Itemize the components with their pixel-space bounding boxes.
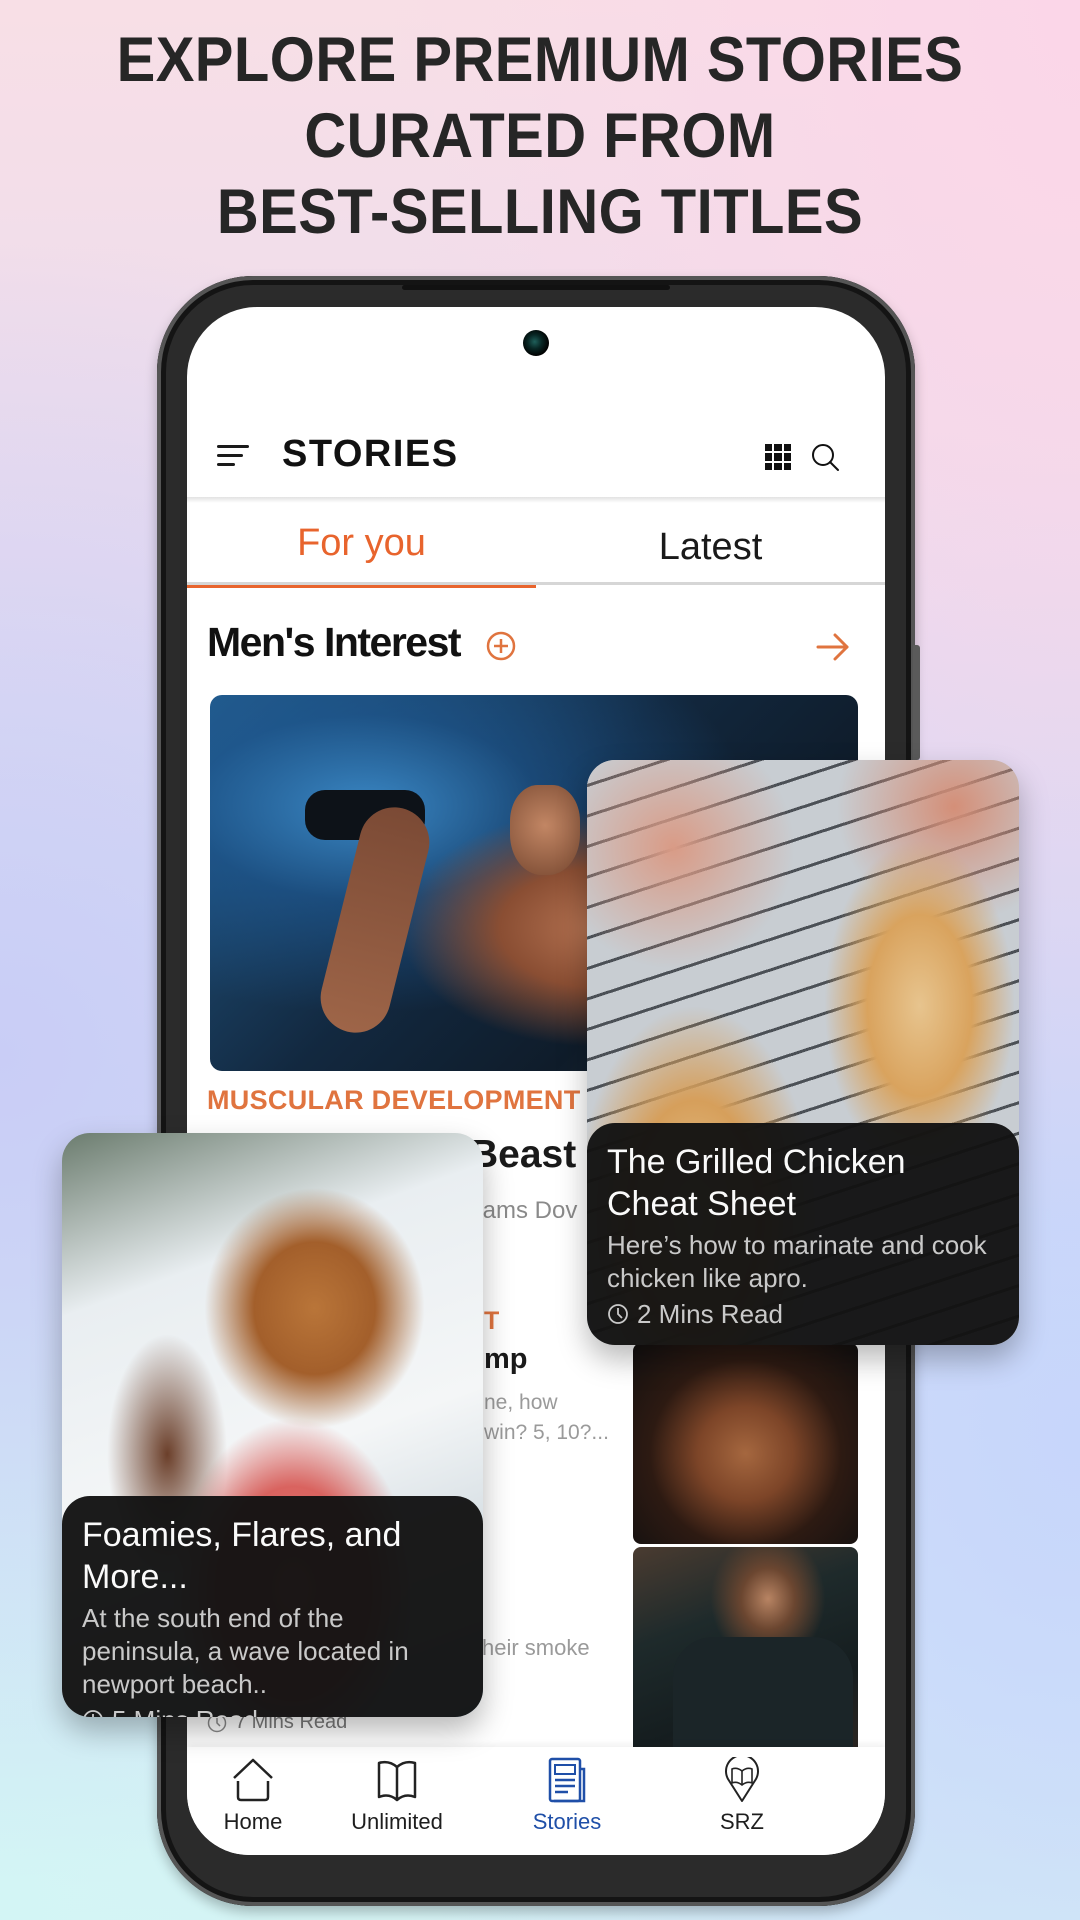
featured-story-category: MUSCULAR DEVELOPMENT — [207, 1085, 581, 1115]
nav-home[interactable]: Home — [187, 1757, 333, 1835]
nav-unlimited[interactable]: Unlimited — [317, 1757, 477, 1835]
phone-side-button — [913, 645, 920, 760]
app-bar: STORIES — [187, 419, 885, 493]
clock-icon — [83, 1710, 103, 1717]
nav-stories-label: Stories — [532, 1809, 602, 1834]
story-card-read-time: 5 Mins Read — [82, 1703, 463, 1717]
newspaper-icon — [548, 1757, 586, 1803]
nav-home-label: Home — [223, 1809, 283, 1834]
headline-line-1: EXPLORE PREMIUM STORIES — [116, 25, 964, 95]
story-description: ne, how win? 5, 10?... — [484, 1391, 609, 1444]
nav-stories[interactable]: Stories — [487, 1757, 647, 1835]
headline-line-3: BEST-SELLING TITLES — [216, 177, 864, 247]
story-card-description: Here’s how to marinate and cook chicken … — [607, 1230, 987, 1293]
featured-story-title[interactable]: Beast — [470, 1133, 576, 1177]
story-card-description: At the south end of the peninsula, a wav… — [82, 1603, 409, 1699]
arrow-right-icon[interactable] — [815, 629, 851, 665]
map-pin-book-icon — [725, 1757, 759, 1802]
menu-icon[interactable] — [217, 445, 249, 467]
phone-speaker — [402, 285, 670, 290]
story-card-title: Foamies, Flares, and More... — [82, 1516, 402, 1596]
tab-latest[interactable]: Latest — [536, 507, 885, 589]
nav-srz[interactable]: SRZ — [662, 1757, 822, 1835]
story-title[interactable]: mp — [484, 1343, 528, 1376]
clock-icon — [608, 1304, 628, 1324]
nav-srz-label: SRZ — [720, 1809, 764, 1834]
story-category: T — [484, 1307, 500, 1335]
bottom-navigation: Home Unlimited Stories SRZ — [187, 1747, 885, 1855]
story-thumbnail-portrait[interactable] — [633, 1547, 858, 1754]
section-title: Men's Interest — [207, 619, 462, 665]
nav-unlimited-label: Unlimited — [351, 1809, 443, 1834]
story-card-caption: The Grilled Chicken Cheat Sheet Here’s h… — [587, 1123, 1019, 1345]
front-camera — [523, 330, 549, 356]
plus-circle-icon[interactable] — [485, 630, 517, 662]
story-thumbnail-bodybuilder[interactable] — [633, 1343, 858, 1544]
tab-for-you[interactable]: For you — [187, 503, 536, 588]
story-card-title: The Grilled Chicken Cheat Sheet — [607, 1143, 906, 1223]
page-title: STORIES — [282, 433, 459, 475]
grid-icon[interactable] — [765, 444, 791, 470]
search-icon[interactable] — [809, 441, 841, 473]
featured-story-author: liams Dov — [472, 1197, 578, 1224]
book-open-icon — [377, 1760, 417, 1802]
story-card-grilled-chicken[interactable]: The Grilled Chicken Cheat Sheet Here’s h… — [587, 760, 1019, 1345]
story-card-read-time: 2 Mins Read — [607, 1297, 999, 1331]
story-description: heir smoke — [482, 1635, 590, 1660]
story-card-foamies-flares[interactable]: Foamies, Flares, and More... At the sout… — [62, 1133, 483, 1717]
headline-line-2: CURATED FROM — [304, 101, 776, 171]
story-card-caption: Foamies, Flares, and More... At the sout… — [62, 1496, 483, 1717]
promo-headline: EXPLORE PREMIUM STORIES CURATED FROM BES… — [43, 22, 1037, 250]
home-icon — [233, 1758, 273, 1802]
tab-bar: For you Latest — [187, 503, 885, 588]
